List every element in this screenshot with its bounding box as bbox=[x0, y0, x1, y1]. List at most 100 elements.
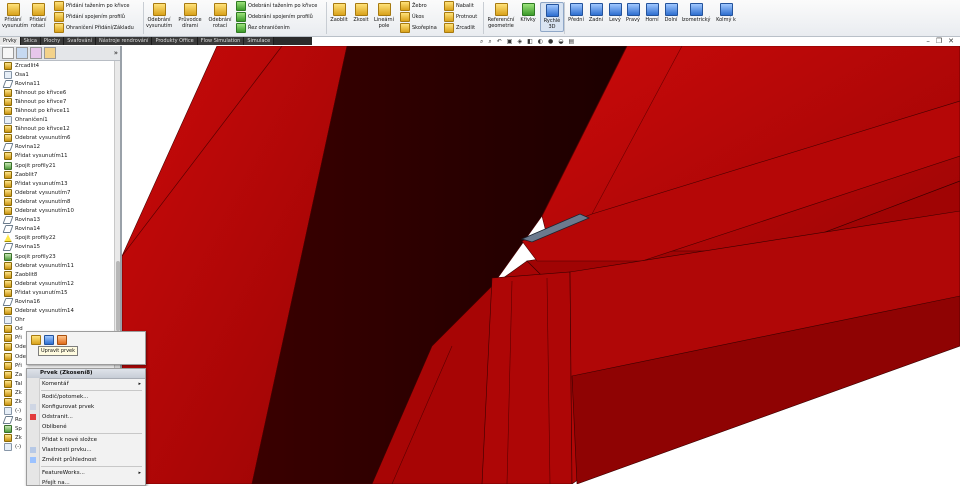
sweep-cut-button[interactable]: Odebrání tažením po křivce bbox=[236, 1, 317, 11]
feature-manager-tab-icon[interactable] bbox=[2, 47, 14, 59]
loft-cut-button[interactable]: Odebrání spojením profilů bbox=[236, 12, 313, 22]
view-bottom-button[interactable]: Dolní bbox=[663, 3, 679, 23]
hide-show-icon[interactable]: ◐ bbox=[538, 38, 543, 45]
extrude-boss-button[interactable]: Přidání vysunutím bbox=[2, 3, 28, 29]
tree-item[interactable]: Rovina14 bbox=[0, 225, 114, 234]
context-menu-item[interactable]: Vlastnosti prvku... bbox=[27, 445, 145, 455]
tab-weldments[interactable]: Svařování bbox=[64, 37, 97, 45]
boundary-cut-button[interactable]: Řez ohraničením bbox=[236, 23, 290, 33]
tab-flow-simulation[interactable]: Flow Simulation bbox=[197, 37, 245, 45]
view-top-button[interactable]: Horní bbox=[643, 3, 661, 23]
view-orientation-icon[interactable]: ◈ bbox=[517, 38, 522, 45]
tree-item[interactable]: Táhnout po křivce6 bbox=[0, 88, 114, 97]
tree-item[interactable]: Spojit profily21 bbox=[0, 161, 114, 170]
zoom-to-fit-icon[interactable]: ⌕ bbox=[480, 38, 483, 46]
tree-item[interactable]: Přidat vysunutím13 bbox=[0, 179, 114, 188]
tree-item[interactable]: Táhnout po křivce7 bbox=[0, 97, 114, 106]
tab-sketch[interactable]: Skica bbox=[20, 37, 41, 45]
revolve-boss-button[interactable]: Přidání rotací bbox=[27, 3, 49, 29]
tree-item[interactable]: Rovina13 bbox=[0, 216, 114, 225]
view-back-button[interactable]: Zadní bbox=[587, 3, 605, 23]
context-menu-item[interactable]: Oblíbené bbox=[27, 422, 145, 432]
draft-button[interactable]: Úkos bbox=[400, 12, 424, 22]
tree-item[interactable]: Táhnout po křivce11 bbox=[0, 106, 114, 116]
tree-item[interactable]: Ohraničení1 bbox=[0, 116, 114, 125]
model-render[interactable] bbox=[122, 46, 960, 484]
tree-item[interactable]: Odebrat vysunutím14 bbox=[0, 307, 114, 316]
tab-simulation[interactable]: Simulace bbox=[244, 37, 275, 45]
previous-view-icon[interactable]: ↶ bbox=[497, 38, 502, 45]
boundary-boss-button[interactable]: Ohraničení Přidání/Základu bbox=[54, 23, 134, 33]
tab-render-tools[interactable]: Nástroje rendrování bbox=[96, 37, 153, 45]
context-menu-item[interactable]: Přidat k nové složce bbox=[27, 435, 145, 445]
tree-item[interactable]: Odebrat vysunutím7 bbox=[0, 188, 114, 197]
tab-office-products[interactable]: Produkty Office bbox=[152, 37, 198, 45]
display-style-icon[interactable]: ◧ bbox=[527, 38, 533, 45]
rib-button[interactable]: Žebro bbox=[400, 1, 427, 11]
extrude-cut-button[interactable]: Odebrání vysunutím bbox=[146, 3, 172, 29]
tree-item[interactable]: Osa1 bbox=[0, 70, 114, 79]
linear-pattern-button[interactable]: Lineární pole bbox=[373, 3, 395, 29]
restore-icon[interactable]: ❐ bbox=[936, 37, 942, 45]
tree-item[interactable]: Odebrat vysunutím6 bbox=[0, 134, 114, 143]
tab-surfaces[interactable]: Plochy bbox=[40, 37, 65, 45]
rollback-icon[interactable] bbox=[57, 335, 67, 345]
tree-item[interactable]: Rovina15 bbox=[0, 243, 114, 252]
tree-item[interactable]: Odebrat vysunutím11 bbox=[0, 261, 114, 270]
view-settings-icon[interactable]: ▤ bbox=[569, 38, 575, 45]
shell-button[interactable]: Skořepina bbox=[400, 23, 437, 33]
close-icon[interactable]: ✕ bbox=[948, 37, 954, 45]
tree-item[interactable]: Rovina11 bbox=[0, 79, 114, 88]
curves-button[interactable]: Křivky bbox=[518, 3, 538, 23]
loft-boss-button[interactable]: Přidání spojením profilů bbox=[54, 12, 125, 22]
edit-sketch-icon[interactable] bbox=[44, 335, 54, 345]
minimize-icon[interactable]: – bbox=[926, 37, 930, 45]
tree-item[interactable]: Táhnout po křivce12 bbox=[0, 125, 114, 134]
mirror-button[interactable]: Zrcadlit bbox=[444, 23, 475, 33]
zoom-area-icon[interactable]: ⌕ bbox=[488, 38, 491, 46]
property-manager-tab-icon[interactable] bbox=[16, 47, 28, 59]
tree-item[interactable]: Zrcadlit4 bbox=[0, 61, 114, 70]
edit-appearance-icon[interactable]: ● bbox=[548, 38, 553, 45]
instant-3d-button[interactable]: Rychlé 3D bbox=[540, 2, 564, 32]
wrap-button[interactable]: Nabalit bbox=[444, 1, 474, 11]
tree-item[interactable]: Rovina12 bbox=[0, 143, 114, 152]
tree-item[interactable]: Zaoblit7 bbox=[0, 170, 114, 179]
tree-item[interactable]: Odebrat vysunutím12 bbox=[0, 279, 114, 288]
tree-item[interactable]: Spojit profily23 bbox=[0, 252, 114, 261]
view-right-button[interactable]: Pravý bbox=[625, 3, 641, 23]
tree-item[interactable]: Odebrat vysunutím10 bbox=[0, 207, 114, 216]
edit-feature-icon[interactable] bbox=[31, 335, 41, 345]
tree-item[interactable]: Přidat vysunutím11 bbox=[0, 152, 114, 161]
context-menu-item[interactable]: Odstranit... bbox=[27, 412, 145, 422]
intersect-button[interactable]: Protnout bbox=[444, 12, 477, 22]
sweep-boss-button[interactable]: Přidání tažením po křivce bbox=[54, 1, 129, 11]
context-menu-item[interactable]: Komentář ▸ bbox=[27, 379, 145, 389]
reference-geometry-button[interactable]: Referenční geometrie bbox=[486, 3, 516, 29]
hole-wizard-button[interactable]: Průvodce dírami bbox=[177, 3, 203, 29]
view-isometric-button[interactable]: Izometrický bbox=[681, 3, 711, 23]
tab-features[interactable]: Prvky bbox=[0, 37, 21, 45]
configuration-manager-tab-icon[interactable] bbox=[30, 47, 42, 59]
context-menu-item[interactable]: Změnit průhlednost bbox=[27, 455, 145, 465]
context-menu-item[interactable]: Přejít na... bbox=[27, 478, 145, 485]
chamfer-button[interactable]: Zkosit bbox=[351, 3, 371, 23]
tree-item[interactable]: Ohr bbox=[0, 316, 114, 325]
section-view-icon[interactable]: ▣ bbox=[507, 38, 513, 45]
view-normal-to-button[interactable]: Kolmý k bbox=[713, 3, 739, 23]
context-menu-item[interactable]: FeatureWorks... ▸ bbox=[27, 468, 145, 478]
tree-item[interactable]: Rovina16 bbox=[0, 297, 114, 306]
tree-item[interactable]: Zaoblit8 bbox=[0, 270, 114, 279]
context-menu-item[interactable]: Konfigurovat prvek bbox=[27, 402, 145, 412]
context-menu-item[interactable]: Rodič/potomek... bbox=[27, 392, 145, 402]
view-front-button[interactable]: Přední bbox=[567, 3, 585, 23]
view-left-button[interactable]: Levý bbox=[607, 3, 623, 23]
more-tabs-icon[interactable]: » bbox=[114, 49, 118, 57]
tree-item[interactable]: Přidat vysunutím15 bbox=[0, 288, 114, 297]
graphics-area[interactable] bbox=[122, 46, 960, 484]
tree-item[interactable]: Odebrat vysunutím8 bbox=[0, 197, 114, 206]
tree-item[interactable]: Spojit profily22 bbox=[0, 234, 114, 243]
apply-scene-icon[interactable]: ◒ bbox=[558, 38, 563, 45]
fillet-button[interactable]: Zaoblit bbox=[329, 3, 349, 23]
appearance-manager-tab-icon[interactable] bbox=[44, 47, 56, 59]
